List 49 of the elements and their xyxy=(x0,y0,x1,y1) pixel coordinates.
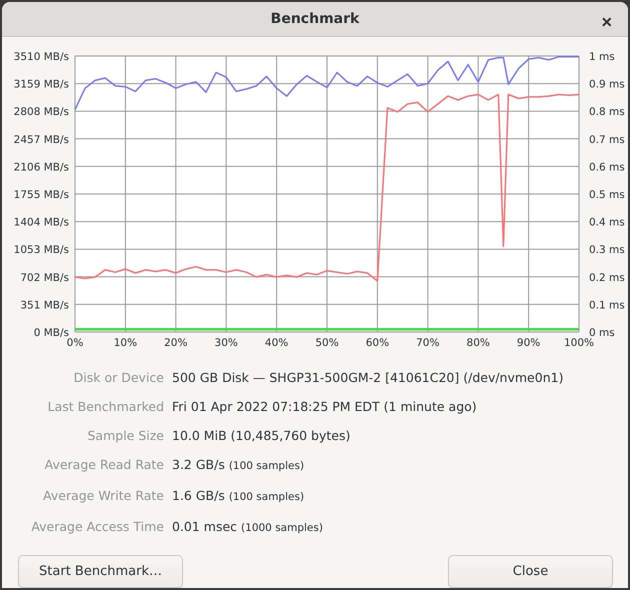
y-axis-label: 0.5 ms xyxy=(589,189,625,201)
y-axis-label: 0 ms xyxy=(589,327,615,339)
y-axis-label: 702 MB/s xyxy=(20,272,69,284)
x-axis-label: 20% xyxy=(164,337,188,349)
x-axis-label: 30% xyxy=(214,337,238,349)
field-value: 500 GB Disk — SHGP31-500GM-2 [41061C20] (/dev/nvme0n1) xyxy=(172,369,564,387)
y-axis-label: 2106 MB/s xyxy=(14,161,69,174)
y-axis-label: 1755 MB/s xyxy=(14,189,69,201)
y-axis-label: 0.3 ms xyxy=(589,244,625,256)
field-value: 1.6 GB/s (100 samples) xyxy=(172,487,306,505)
x-axis-label: 90% xyxy=(516,337,540,349)
field-label: Average Write Rate xyxy=(42,487,164,505)
y-axis-label: 2457 MB/s xyxy=(14,134,69,146)
field-label: Sample Size xyxy=(86,427,164,445)
window-title: Benchmark xyxy=(270,11,360,27)
x-axis-label: 0% xyxy=(66,337,84,349)
x-axis-label: 60% xyxy=(366,337,390,349)
x-axis-label: 50% xyxy=(315,337,339,349)
field-label: Average Read Rate xyxy=(44,456,164,474)
field-label: Disk or Device xyxy=(72,369,164,387)
field-value: 10.0 MiB (10,485,760 bytes) xyxy=(172,427,352,445)
field-value: 3.2 GB/s (100 samples) xyxy=(172,456,306,474)
y-axis-label: 0.6 ms xyxy=(589,161,625,174)
y-axis-label: 1404 MB/s xyxy=(14,216,69,229)
y-axis-label: 1 ms xyxy=(589,51,615,63)
x-axis-label: 40% xyxy=(264,337,288,349)
y-axis-label: 351 MB/s xyxy=(20,299,69,312)
y-axis-label: 3159 MB/s xyxy=(14,78,69,91)
x-axis-label: 10% xyxy=(114,337,138,349)
field-label: Average Access Time xyxy=(30,518,164,536)
x-axis-label: 80% xyxy=(466,337,490,349)
start-benchmark-button[interactable]: Start Benchmark… xyxy=(18,555,183,588)
field-value: 0.01 msec (1000 samples) xyxy=(172,518,324,536)
y-axis-label: 0 MB/s xyxy=(34,327,69,339)
y-axis-label: 1053 MB/s xyxy=(14,244,69,256)
field-value: Fri 01 Apr 2022 07:18:25 PM EDT (1 minute ago) xyxy=(172,398,478,416)
y-axis-label: 3510 MB/s xyxy=(14,51,69,63)
y-axis-label: 2808 MB/s xyxy=(14,106,69,118)
close-button[interactable]: × xyxy=(595,10,618,35)
field-label: Last Benchmarked xyxy=(46,398,164,416)
y-axis-label: 0.8 ms xyxy=(589,106,625,118)
y-axis-label: 0.7 ms xyxy=(589,134,625,146)
x-axis-label: 100% xyxy=(564,337,594,349)
y-axis-label: 0.9 ms xyxy=(589,78,625,91)
y-axis-label: 0.2 ms xyxy=(589,272,625,284)
y-axis-label: 0.1 ms xyxy=(589,299,625,312)
x-axis-label: 70% xyxy=(416,337,440,349)
y-axis-label: 0.4 ms xyxy=(589,216,625,229)
close-button[interactable]: Close xyxy=(448,555,613,588)
